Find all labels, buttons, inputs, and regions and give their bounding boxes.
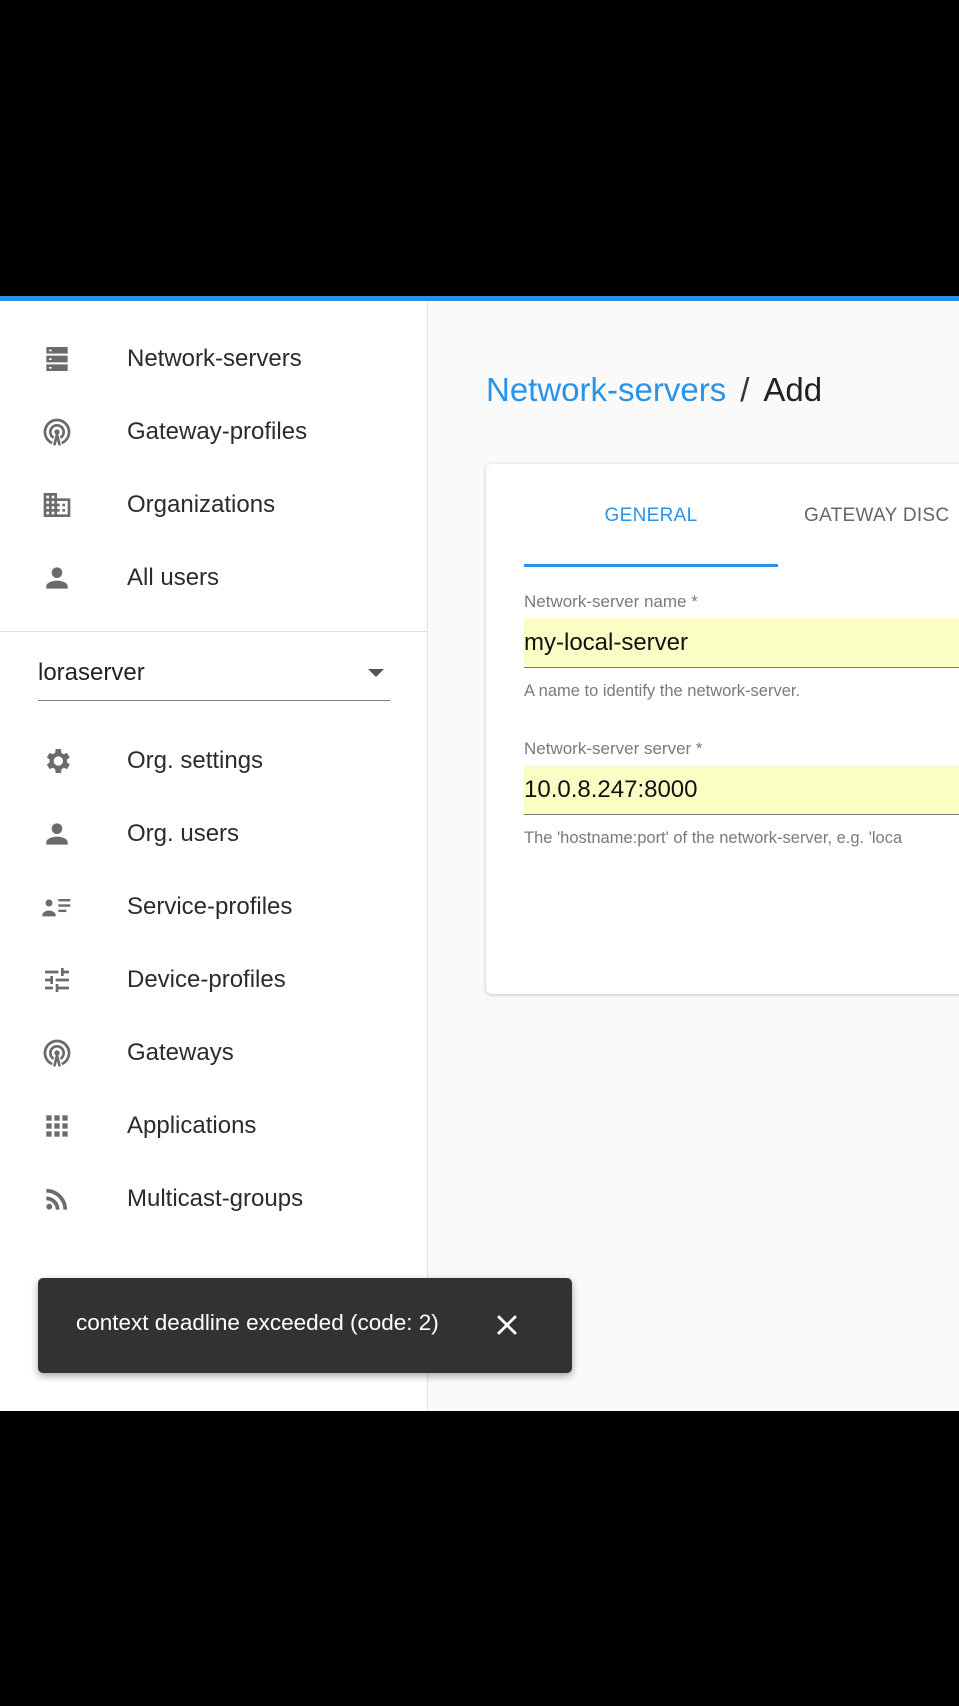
sidebar-item-label: Gateways — [127, 1038, 234, 1066]
sidebar-item-label: Organizations — [127, 490, 276, 518]
tab-gateway-discovery[interactable]: GATEWAY DISC — [796, 464, 959, 567]
dns-icon — [40, 342, 74, 376]
sidebar-item-device-profiles[interactable]: Device-profiles — [0, 943, 427, 1016]
breadcrumb: Network-servers / Add — [486, 371, 822, 409]
top-black-area — [0, 0, 959, 296]
network-server-server-label: Network-server server * — [524, 739, 703, 758]
sidebar-item-org-settings[interactable]: Org. settings — [0, 724, 427, 797]
sidebar-divider — [0, 631, 427, 632]
rss-icon — [40, 1182, 74, 1216]
sidebar-item-organizations[interactable]: Organizations — [0, 468, 427, 541]
organization-select-value: loraserver — [38, 659, 145, 686]
sidebar-item-org-users[interactable]: Org. users — [0, 797, 427, 870]
tune-icon — [40, 963, 74, 997]
sidebar-item-applications[interactable]: Applications — [0, 1089, 427, 1162]
domain-icon — [40, 488, 74, 522]
person-icon — [40, 561, 74, 595]
apps-grid-icon — [40, 1109, 74, 1143]
sidebar-item-label: Network-servers — [127, 344, 302, 372]
radar-icon — [40, 1036, 74, 1070]
sidebar-item-label: Org. users — [127, 819, 240, 847]
sidebar-item-label: Applications — [127, 1111, 257, 1139]
sidebar-item-network-servers[interactable]: Network-servers — [0, 322, 427, 395]
network-server-name-label: Network-server name * — [524, 592, 698, 611]
close-icon[interactable] — [490, 1308, 524, 1342]
sidebar-item-all-users[interactable]: All users — [0, 541, 427, 614]
sidebar-item-label: Multicast-groups — [127, 1184, 304, 1212]
breadcrumb-current: Add — [763, 371, 823, 408]
network-server-server-help: The 'hostname:port' of the network-serve… — [524, 829, 903, 847]
tab-gateway-discovery-label: GATEWAY DISC — [804, 504, 950, 526]
gear-icon — [40, 744, 74, 778]
sidebar: Network-servers Gateway-profiles Organiz… — [0, 301, 428, 1411]
sidebar-item-label: Device-profiles — [127, 965, 286, 993]
tab-general-label: GENERAL — [604, 504, 698, 526]
sidebar-item-label: Org. settings — [127, 746, 264, 774]
account-details-icon — [40, 890, 74, 924]
person-icon — [40, 817, 74, 851]
sidebar-item-service-profiles[interactable]: Service-profiles — [0, 870, 427, 943]
breadcrumb-separator: / — [740, 371, 750, 408]
network-server-server-input[interactable] — [524, 765, 959, 815]
network-server-name-help: A name to identify the network-server. — [524, 682, 801, 700]
network-server-name-input[interactable] — [524, 618, 959, 668]
tab-active-indicator — [524, 564, 778, 567]
app-window: Network-servers Gateway-profiles Organiz… — [0, 301, 959, 1411]
sidebar-item-gateways[interactable]: Gateways — [0, 1016, 427, 1089]
tab-general[interactable]: GENERAL — [524, 464, 778, 567]
network-server-form-card: GENERAL GATEWAY DISC Network-server name… — [486, 464, 959, 994]
radar-icon — [40, 415, 74, 449]
breadcrumb-link-network-servers[interactable]: Network-servers — [486, 371, 726, 408]
organization-select[interactable]: loraserver — [38, 651, 390, 701]
main-content: Network-servers / Add GENERAL GATEWAY DISC… — [428, 301, 959, 1411]
snackbar-message: context deadline exceeded (code: 2) — [76, 1310, 439, 1335]
sidebar-item-multicast-groups[interactable]: Multicast-groups — [0, 1162, 427, 1235]
sidebar-item-label: Service-profiles — [127, 892, 293, 920]
error-snackbar: context deadline exceeded (code: 2) — [38, 1278, 572, 1373]
sidebar-item-label: All users — [127, 563, 220, 591]
sidebar-item-gateway-profiles[interactable]: Gateway-profiles — [0, 395, 427, 468]
chevron-down-icon — [368, 669, 384, 677]
sidebar-item-label: Gateway-profiles — [127, 417, 308, 445]
bottom-black-area — [0, 1411, 959, 1706]
